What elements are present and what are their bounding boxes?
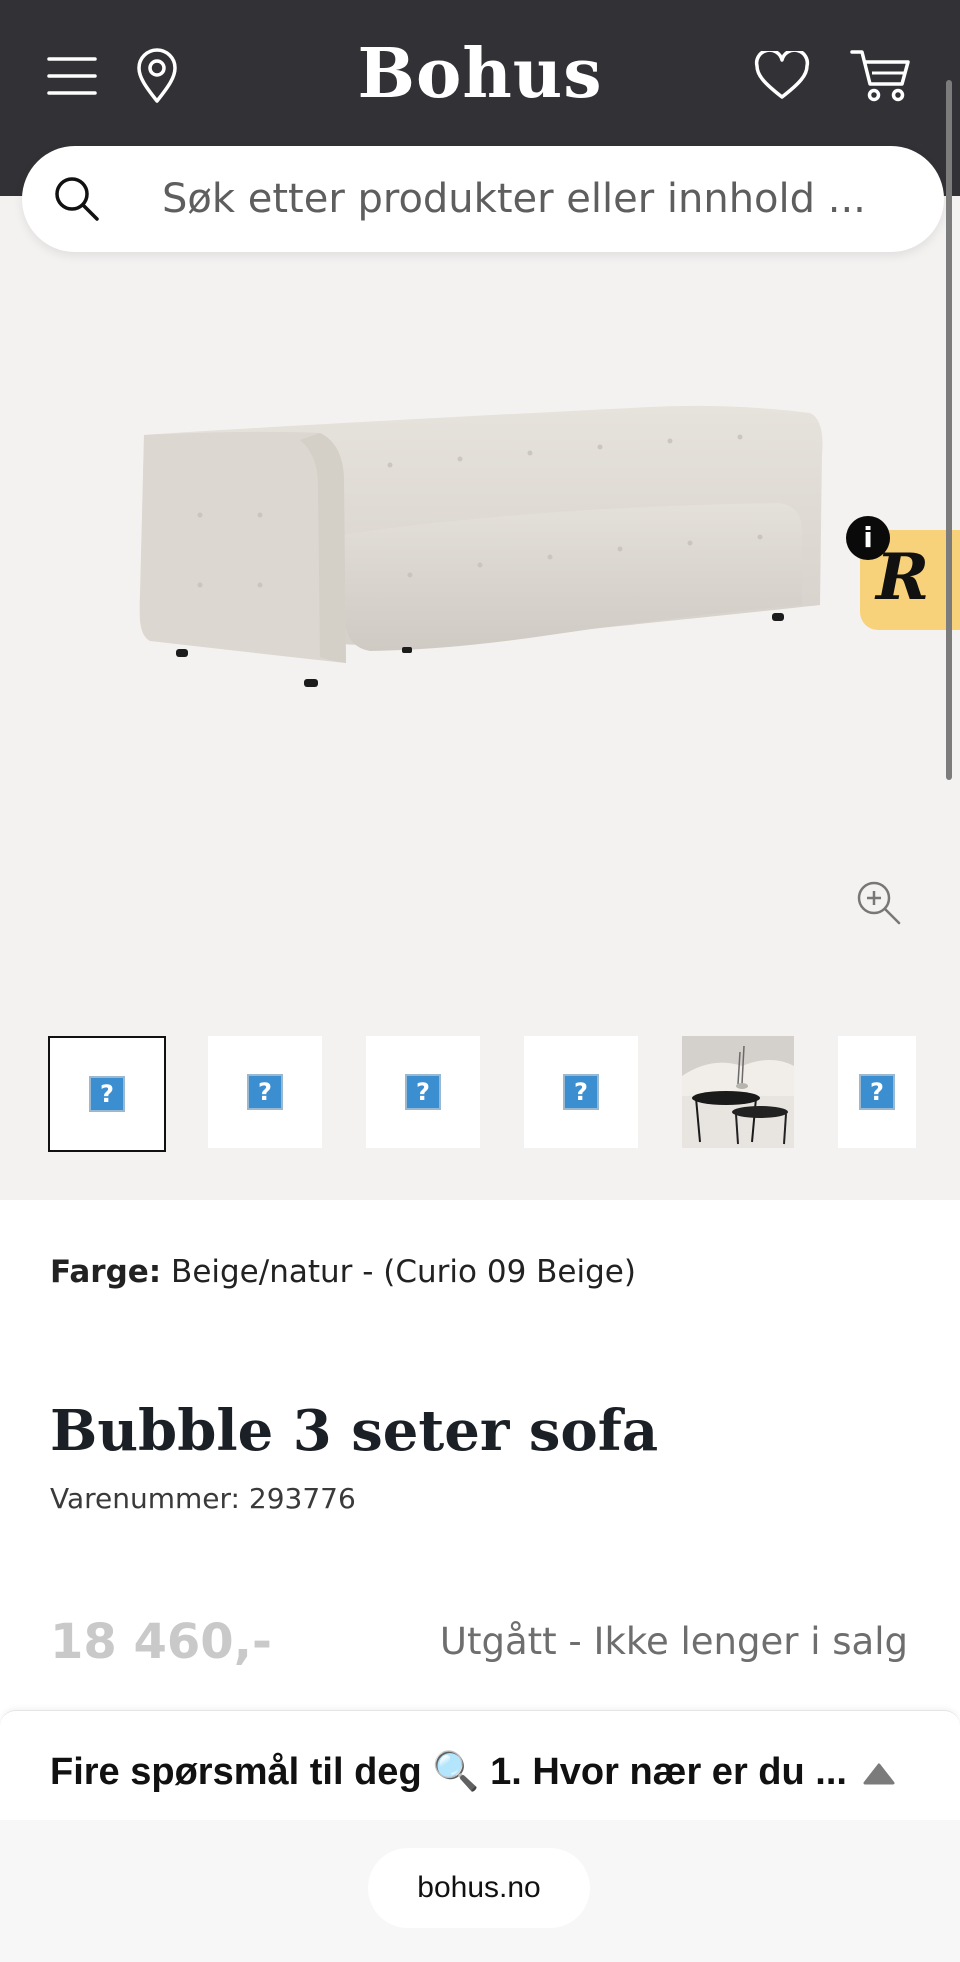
- cart-icon[interactable]: [850, 48, 912, 104]
- color-label: Farge:: [50, 1254, 162, 1290]
- broken-image-icon: ?: [859, 1074, 895, 1110]
- product-title: Bubble 3 seter sofa: [50, 1398, 659, 1464]
- product-price: 18 460,-: [50, 1614, 272, 1670]
- thumbnail-5[interactable]: [682, 1036, 794, 1148]
- brand-logo[interactable]: Bohus: [330, 34, 630, 114]
- survey-text[interactable]: Fire spørsmål til deg 🔍 1. Hvor nær er d…: [50, 1750, 847, 1794]
- thumbnail-6[interactable]: ?: [838, 1036, 916, 1148]
- product-image[interactable]: [130, 395, 830, 710]
- product-sku: Varenummer: 293776: [50, 1482, 356, 1515]
- menu-icon[interactable]: [46, 50, 98, 102]
- search-icon[interactable]: [52, 174, 100, 227]
- color-value: Beige/natur - (Curio 09 Beige): [171, 1254, 636, 1290]
- browser-url-pill[interactable]: bohus.no: [368, 1848, 590, 1928]
- thumbnail-1[interactable]: ?: [48, 1036, 166, 1152]
- coffee-table-photo: [682, 1036, 794, 1148]
- broken-image-icon: ?: [405, 1074, 441, 1110]
- thumbnail-3[interactable]: ?: [366, 1036, 480, 1148]
- color-selection: Farge: Beige/natur - (Curio 09 Beige): [50, 1254, 636, 1290]
- zoom-icon[interactable]: [856, 880, 902, 931]
- info-icon[interactable]: i: [846, 516, 890, 560]
- broken-image-icon: ?: [89, 1076, 125, 1112]
- search-input[interactable]: [160, 168, 904, 230]
- caret-up-icon[interactable]: [862, 1762, 896, 1791]
- availability-status: Utgått - Ikke lenger i salg: [439, 1620, 908, 1663]
- broken-image-icon: ?: [563, 1074, 599, 1110]
- page-scrollbar[interactable]: [946, 80, 952, 780]
- heart-icon[interactable]: [754, 50, 810, 102]
- location-pin-icon[interactable]: [132, 48, 182, 104]
- broken-image-icon: ?: [247, 1074, 283, 1110]
- thumbnail-2[interactable]: ?: [208, 1036, 322, 1148]
- thumbnail-4[interactable]: ?: [524, 1036, 638, 1148]
